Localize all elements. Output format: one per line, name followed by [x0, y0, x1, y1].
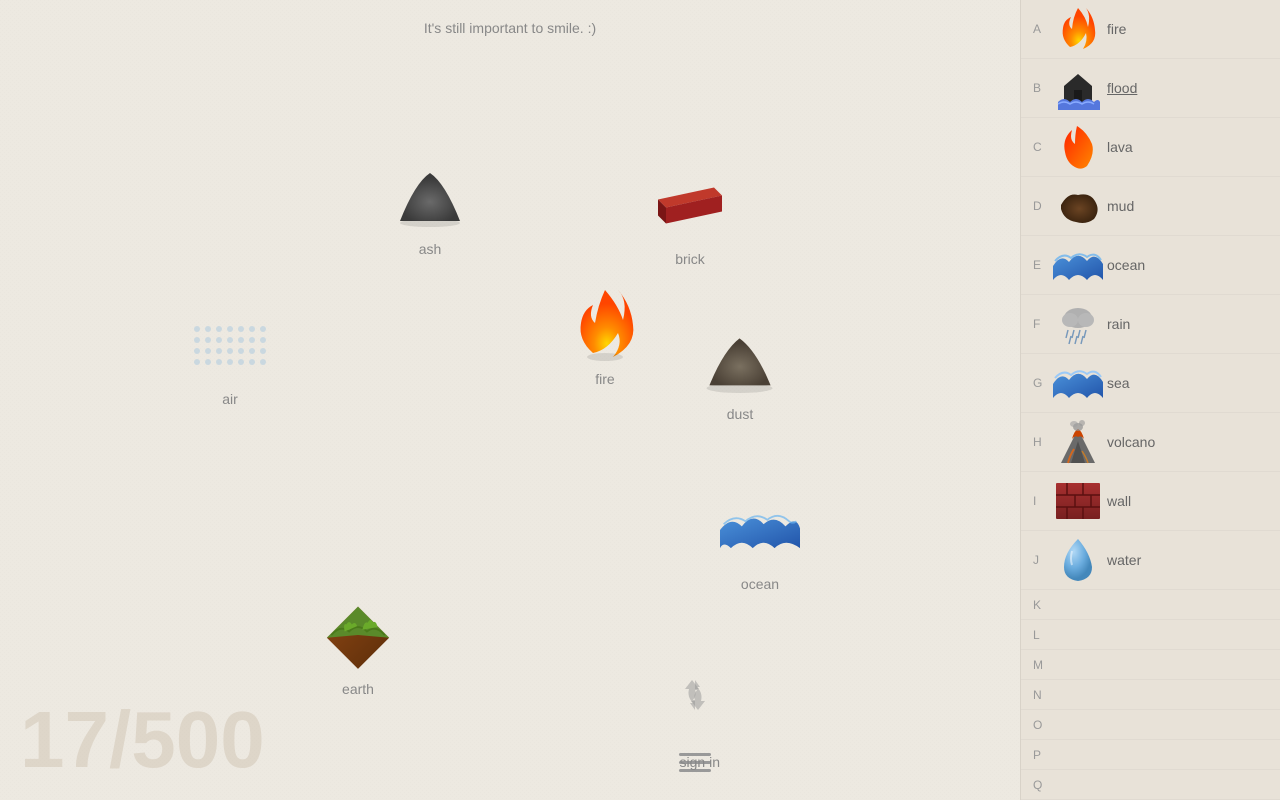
sidebar-letter-l: L — [1033, 628, 1053, 642]
sidebar-letter-g: G — [1033, 376, 1053, 390]
sidebar-rain-icon — [1053, 299, 1103, 349]
sidebar-item-lava[interactable]: C lava — [1021, 118, 1280, 177]
sidebar-item-sea[interactable]: G sea — [1021, 354, 1280, 413]
element-air[interactable]: air — [190, 305, 270, 407]
sidebar-item-water[interactable]: J water — [1021, 531, 1280, 590]
element-dust[interactable]: dust — [700, 320, 780, 422]
sidebar-water-icon — [1053, 535, 1103, 585]
sidebar-sea-icon — [1053, 358, 1103, 408]
element-ash[interactable]: ash — [390, 155, 470, 257]
sidebar-item-rain[interactable]: F rain — [1021, 295, 1280, 354]
sidebar-lava-label: lava — [1107, 139, 1133, 155]
ash-label: ash — [419, 241, 442, 257]
sidebar-letter-o: O — [1033, 718, 1053, 732]
ocean-canvas-label: ocean — [741, 576, 779, 592]
brick-icon — [650, 165, 730, 245]
brick-label: brick — [675, 251, 705, 267]
sidebar-letter-d: D — [1033, 199, 1053, 213]
sidebar-mud-icon — [1053, 181, 1103, 231]
air-icon — [190, 305, 270, 385]
element-brick[interactable]: brick — [650, 165, 730, 267]
sidebar-letter-h: H — [1033, 435, 1053, 449]
sidebar-volcano-label: volcano — [1107, 434, 1155, 450]
recycle-button[interactable] — [670, 675, 720, 720]
sidebar-letter-f: F — [1033, 317, 1053, 331]
sidebar-item-l[interactable]: L — [1021, 620, 1280, 650]
sidebar-item-ocean[interactable]: E ocean — [1021, 236, 1280, 295]
sidebar-water-label: water — [1107, 552, 1141, 568]
element-ocean[interactable]: ocean — [720, 490, 800, 592]
score-counter: 17/500 — [20, 700, 265, 780]
sidebar-wall-label: wall — [1107, 493, 1131, 509]
sidebar-rain-label: rain — [1107, 316, 1130, 332]
sidebar-item-k[interactable]: K — [1021, 590, 1280, 620]
air-label: air — [222, 391, 238, 407]
main-canvas: ash air — [0, 0, 1020, 800]
sidebar-item-fire[interactable]: A fire — [1021, 0, 1280, 59]
sidebar-letter-p: P — [1033, 748, 1053, 762]
sidebar-letter-j: J — [1033, 553, 1053, 567]
sidebar-wall-icon — [1053, 476, 1103, 526]
fire-canvas-label: fire — [595, 371, 614, 387]
sidebar-item-flood[interactable]: B flood — [1021, 59, 1280, 118]
sidebar-letter-k: K — [1033, 598, 1053, 612]
sidebar-ocean-label: ocean — [1107, 257, 1145, 273]
sidebar-letter-i: I — [1033, 494, 1053, 508]
sidebar-letter-q: Q — [1033, 778, 1053, 792]
sidebar-item-q[interactable]: Q — [1021, 770, 1280, 800]
sidebar-letter-b: B — [1033, 81, 1053, 95]
elements-sidebar: A fire B — [1020, 0, 1280, 800]
sidebar-letter-e: E — [1033, 258, 1053, 272]
fire-canvas-icon — [565, 285, 645, 365]
ash-icon — [390, 155, 470, 235]
sidebar-letter-m: M — [1033, 658, 1053, 672]
element-earth[interactable]: earth — [318, 595, 398, 697]
sidebar-flood-icon — [1053, 63, 1103, 113]
sidebar-ocean-icon — [1053, 240, 1103, 290]
sidebar-item-wall[interactable]: I — [1021, 472, 1280, 531]
earth-icon — [318, 595, 398, 675]
sidebar-volcano-icon — [1053, 417, 1103, 467]
sidebar-letter-c: C — [1033, 140, 1053, 154]
sidebar-lava-icon — [1053, 122, 1103, 172]
sidebar-fire-icon — [1053, 4, 1103, 54]
sidebar-flood-label: flood — [1107, 80, 1137, 96]
sidebar-item-volcano[interactable]: H volcano — [1021, 413, 1280, 472]
sidebar-item-p[interactable]: P — [1021, 740, 1280, 770]
sign-in-button[interactable]: sign in — [680, 754, 720, 770]
sidebar-letter-a: A — [1033, 22, 1053, 36]
dust-icon — [700, 320, 780, 400]
sidebar-fire-label: fire — [1107, 21, 1126, 37]
sidebar-item-n[interactable]: N — [1021, 680, 1280, 710]
sidebar-mud-label: mud — [1107, 198, 1134, 214]
sidebar-item-o[interactable]: O — [1021, 710, 1280, 740]
sidebar-sea-label: sea — [1107, 375, 1130, 391]
dust-label: dust — [727, 406, 753, 422]
sidebar-item-m[interactable]: M — [1021, 650, 1280, 680]
sidebar-letter-n: N — [1033, 688, 1053, 702]
ocean-canvas-icon — [720, 490, 800, 570]
sidebar-item-mud[interactable]: D mud — [1021, 177, 1280, 236]
earth-label: earth — [342, 681, 374, 697]
element-fire[interactable]: fire — [565, 285, 645, 387]
